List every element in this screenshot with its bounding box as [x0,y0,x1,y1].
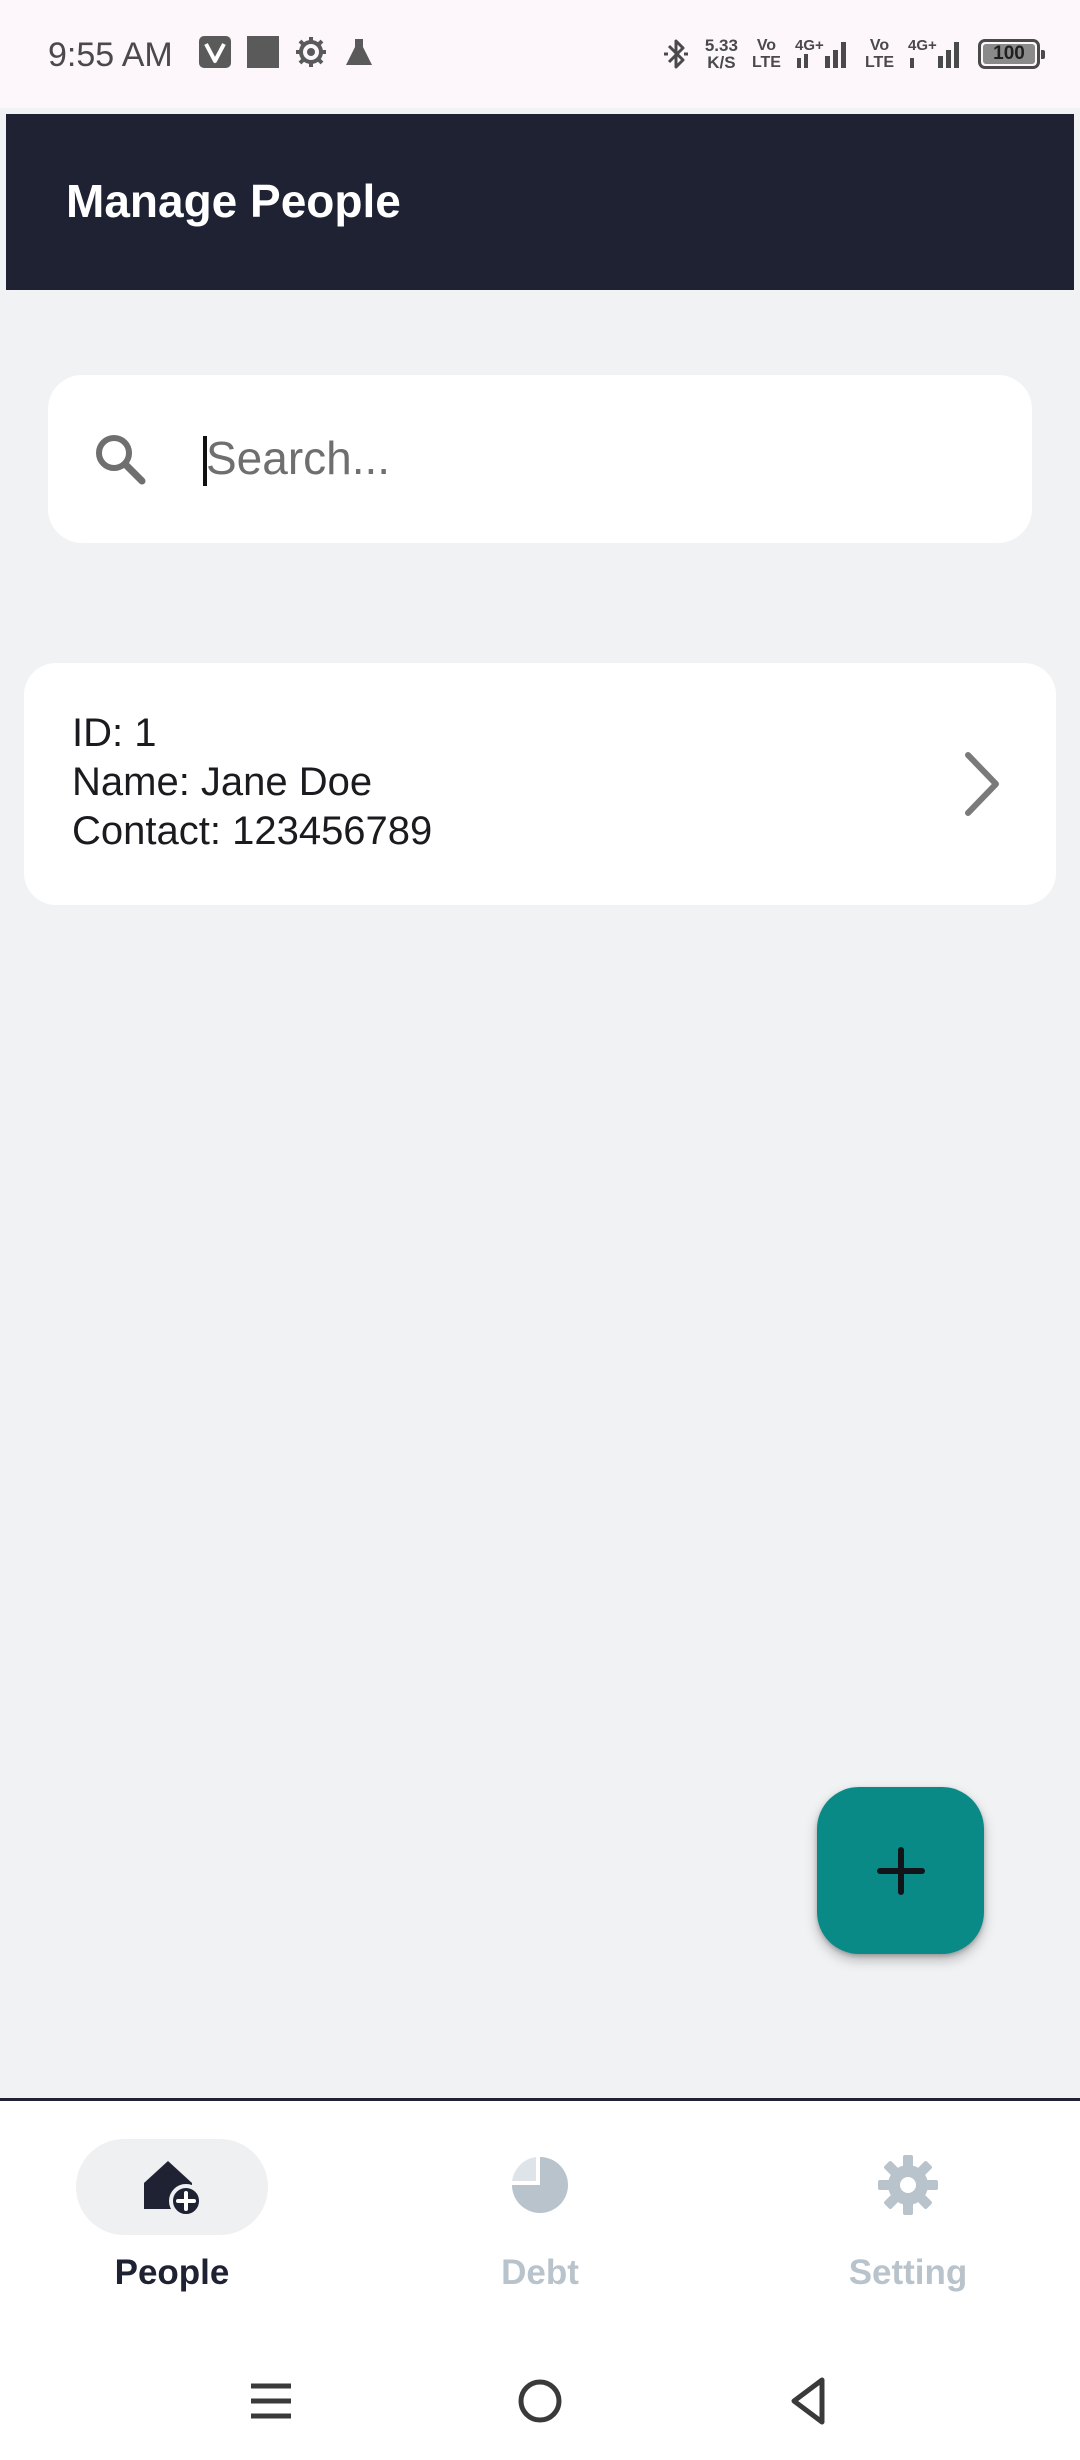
nav-item-people[interactable]: People [72,2139,272,2319]
system-nav-bar [0,2342,1080,2460]
net-speed: 5.33 K/S [705,37,738,71]
home-circle-icon[interactable] [505,2366,575,2436]
nav-item-setting[interactable]: Setting [808,2139,1008,2319]
battery-level: 100 [993,43,1025,64]
back-triangle-icon[interactable] [774,2366,844,2436]
menu-icon[interactable] [236,2366,306,2436]
person-contact: Contact: 123456789 [72,809,433,853]
v-app-icon [198,35,232,74]
volte-bottom-2: LTE [864,54,894,71]
chevron-right-icon[interactable] [960,749,1004,819]
search-input[interactable] [202,412,982,504]
pie-chart-icon [512,2157,568,2213]
search-icon [96,435,146,485]
volte-bottom: LTE [751,54,781,71]
page-title: Manage People [66,175,401,227]
status-time: 9:55 AM [48,36,173,74]
battery-icon: 100 [978,39,1045,69]
nav-item-debt[interactable]: Debt [440,2139,640,2319]
gear-notification-icon [294,35,328,74]
svg-text:4G+: 4G+ [908,37,937,54]
nav-label-people: People [114,2253,230,2292]
volte-indicator-2: Vo LTE [865,37,894,71]
nav-label-setting: Setting [848,2253,968,2292]
volte-indicator-1: Vo LTE [752,37,781,71]
signal-icon-2: 4G+ [908,36,964,72]
text-caret [203,436,207,486]
bluetooth-icon [661,36,691,72]
add-person-button[interactable] [817,1787,984,1954]
home-add-icon [144,2161,203,2217]
plus-icon [877,1847,925,1895]
person-card[interactable]: ID: 1 Name: Jane Doe Contact: 123456789 [24,663,1056,905]
app-bar: Manage People [6,114,1074,290]
nav-label-debt: Debt [501,2253,579,2292]
signal-icon: 4G+ [795,36,851,72]
bottom-nav: People Debt Setting [0,2098,1080,2342]
flask-icon [342,35,376,74]
net-speed-value: 5.33 [704,36,738,55]
net-speed-unit: K/S [707,53,736,72]
status-right-icons: 5.33 K/S Vo LTE 4G+ Vo LTE 4G+ 100 [661,30,1045,78]
gear-icon [878,2155,938,2215]
person-details: ID: 1 Name: Jane Doe Contact: 123456789 [72,709,432,856]
volte-top: Vo [756,37,777,54]
svg-text:4G+: 4G+ [795,37,824,54]
status-bar: 9:55 AM 5.33 K/S Vo LTE 4G+ Vo LTE 4G+ 1… [0,0,1080,108]
volte-top-2: Vo [869,37,890,54]
square-app-icon [246,35,280,74]
person-name: Name: Jane Doe [72,760,373,804]
person-id: ID: 1 [72,711,157,755]
status-left-icons [198,35,376,74]
